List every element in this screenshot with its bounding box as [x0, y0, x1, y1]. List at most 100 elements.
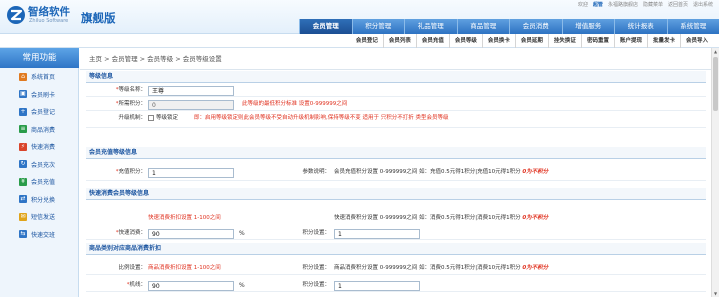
main-nav-addons[interactable]: 增值服务: [561, 19, 614, 34]
main-nav-points[interactable]: 积分管理: [351, 19, 404, 34]
main-nav-member[interactable]: 会员管理: [299, 19, 352, 34]
subnav-card-change[interactable]: 会员换卡: [481, 34, 515, 48]
main-nav-system[interactable]: 系统管理: [666, 19, 719, 34]
sidebar-title: 常用功能: [0, 48, 79, 68]
row-level-name: *等级名称： 王尊: [86, 84, 706, 97]
subnav-password-reset[interactable]: 密码重置: [580, 34, 614, 48]
goods-discount-input[interactable]: 90: [148, 280, 234, 291]
goods-points-input[interactable]: 1: [334, 280, 420, 291]
goods-discount-hint: 商品消费折扣设置 1-100之间: [148, 265, 221, 271]
main-nav-goods[interactable]: 商品管理: [456, 19, 509, 34]
sub-nav: 会员登记 会员列表 会员充值 会员等级 会员换卡 会员延期 挂失换证 密码重置 …: [0, 34, 719, 48]
sidebar-item-label: 快速交班: [31, 231, 56, 239]
row-recharge-points: *充值积分： 1 参数说明： 会员充值积分设置 0-999999之间 如：充值0…: [86, 166, 706, 181]
goods-row-points-label: 积分设置：: [302, 282, 330, 288]
upgrade-mode-hint: 即：启用等级锁定则此会员等级不受自动升级机制影响,保持等级不变 适用于 只积分不…: [194, 115, 449, 121]
subnav-report-loss[interactable]: 挂失换证: [547, 34, 581, 48]
sidebar-item-label: 积分兑换: [31, 196, 56, 204]
user-card-icon: ▣: [19, 90, 27, 99]
app-header: 智络软件 Zhiluo Software 旗舰版 欢迎 超管 永福路旗舰店 隐藏…: [0, 0, 719, 34]
scroll-down-arrow-icon[interactable]: ▼: [712, 290, 719, 297]
sidebar-item-9[interactable]: ⇆ 快速交班: [0, 226, 78, 244]
recharge-points-input[interactable]: 1: [148, 167, 234, 178]
sidebar-item-4[interactable]: ⚡ 快速消费: [0, 138, 78, 156]
subnav-member-list[interactable]: 会员列表: [382, 34, 416, 48]
logout-link[interactable]: 退出系统: [693, 1, 713, 10]
section-level-info: 等级信息: [86, 71, 706, 83]
fast-discount-hint: 快速消费折扣设置 1-100之间: [148, 215, 221, 221]
main-nav-consume[interactable]: 会员消费: [509, 19, 562, 34]
scroll-up-arrow-icon[interactable]: ▲: [712, 48, 719, 55]
fast-points-label: 积分设置：: [302, 230, 330, 236]
fast-discount-label: *快速消费：: [115, 230, 146, 236]
page-scrollbar[interactable]: ▲ ▼: [711, 48, 719, 297]
sidebar-item-label: 短信发送: [31, 214, 56, 222]
sidebar-item-5[interactable]: ↻ 会员充次: [0, 156, 78, 174]
fast-discount-input[interactable]: 90: [148, 228, 234, 239]
row-upgrade-mode: 升级机制： 等级锁定 即：启用等级锁定则此会员等级不受自动升级机制影响,保持等级…: [86, 112, 706, 128]
sidebar-item-3[interactable]: ≡ 商品消费: [0, 121, 78, 139]
home-icon: ⌂: [19, 72, 27, 81]
sidebar-item-label: 会员充次: [31, 161, 56, 169]
cart-icon: ≡: [19, 125, 27, 134]
row-fast-consume-hints: 快速消费折扣设置 1-100之间 快速消费积分设置 0-999999之间 如：消…: [86, 212, 706, 225]
brand-name: 智络软件: [28, 6, 70, 18]
main-nav: 会员管理 积分管理 礼品管理 商品管理 会员消费 增值服务 统计报表 系统管理: [299, 19, 719, 34]
recharge-points-label: *充值积分：: [115, 169, 146, 175]
sidebar-item-1[interactable]: ▣ 会员刷卡: [0, 86, 78, 104]
subnav-withdraw[interactable]: 账户提现: [613, 34, 647, 48]
sidebar-item-7[interactable]: ⇄ 积分兑换: [0, 191, 78, 209]
subnav-member-recharge[interactable]: 会员充值: [415, 34, 449, 48]
fast-points-input[interactable]: 1: [334, 228, 420, 239]
sidebar-item-label: 会员刷卡: [31, 91, 56, 99]
level-points-label: *所需积分：: [115, 101, 146, 107]
sidebar-item-8[interactable]: ✉ 短信发送: [0, 208, 78, 226]
current-user: 超管: [592, 2, 603, 8]
scroll-thumb[interactable]: [713, 57, 718, 111]
lightning-icon: ⚡: [19, 142, 27, 151]
subnav-member-import[interactable]: 会员导入: [679, 34, 713, 48]
sidebar-item-label: 系统首页: [31, 74, 56, 82]
brand-subtitle: Zhiluo Software: [29, 18, 69, 24]
upgrade-mode-label: 升级机制：: [118, 115, 146, 121]
sidebar-item-label: 商品消费: [31, 126, 56, 134]
subnav-member-level[interactable]: 会员等级: [448, 34, 482, 48]
level-name-input[interactable]: 王尊: [148, 85, 234, 96]
level-lock-checkbox[interactable]: [148, 115, 154, 121]
sidebar-item-label: 快速消费: [31, 144, 56, 152]
recharge-zero-note: 0为不积分: [522, 169, 549, 175]
current-shop[interactable]: 永福路旗舰店: [608, 1, 638, 10]
recharge-count-icon: ↻: [19, 160, 27, 169]
recharge-icon: ¥: [19, 177, 27, 186]
brand-edition: 旗舰版: [81, 11, 116, 25]
sms-icon: ✉: [19, 212, 27, 221]
subnav-batch-issue[interactable]: 批量发卡: [646, 34, 680, 48]
fast-zero-note: 0为不积分: [522, 215, 549, 221]
home-link[interactable]: 返回首页: [668, 1, 688, 10]
sidebar-item-2[interactable]: + 会员登记: [0, 103, 78, 121]
level-points-hint: 此等级的最低积分标准 设置0-999999之间: [242, 101, 348, 107]
goods-ratio-label: 比例设置：: [118, 265, 146, 271]
section-goods-consume: 商品类别对应商品消费折扣: [86, 243, 706, 255]
main-nav-reports[interactable]: 统计报表: [614, 19, 667, 34]
subnav-member-extend[interactable]: 会员延期: [514, 34, 548, 48]
row-goods-category: *机线： 90 % 积分设置： 1: [86, 279, 706, 292]
sidebar-item-6[interactable]: ¥ 会员充值: [0, 173, 78, 191]
param-desc-label: 参数说明：: [302, 169, 330, 175]
top-links: 欢迎 超管 永福路旗舰店 隐藏菜单 返回首页 退出系统: [578, 1, 713, 10]
fast-discount-unit: %: [239, 230, 245, 237]
goods-discount-unit: %: [239, 282, 245, 289]
main-nav-gifts[interactable]: 礼品管理: [404, 19, 457, 34]
goods-points-label: 积分设置：: [302, 265, 330, 271]
goods-category-label: *机线：: [126, 282, 146, 288]
level-lock-label[interactable]: 等级锁定: [156, 112, 178, 125]
section-recharge: 会员充值等级信息: [86, 147, 706, 159]
row-level-points: *所需积分： 0 此等级的最低积分标准 设置0-999999之间: [86, 98, 706, 111]
greeting-text: 欢迎: [577, 2, 588, 8]
subnav-member-register[interactable]: 会员登记: [351, 34, 383, 48]
level-points-input[interactable]: 0: [148, 99, 234, 110]
sidebar-item-0[interactable]: ⌂ 系统首页: [0, 68, 78, 86]
hide-menu-link[interactable]: 隐藏菜单: [643, 1, 663, 10]
section-fast-consume: 快速消费会员等级信息: [86, 188, 706, 200]
sidebar-item-label: 会员充值: [31, 179, 56, 187]
